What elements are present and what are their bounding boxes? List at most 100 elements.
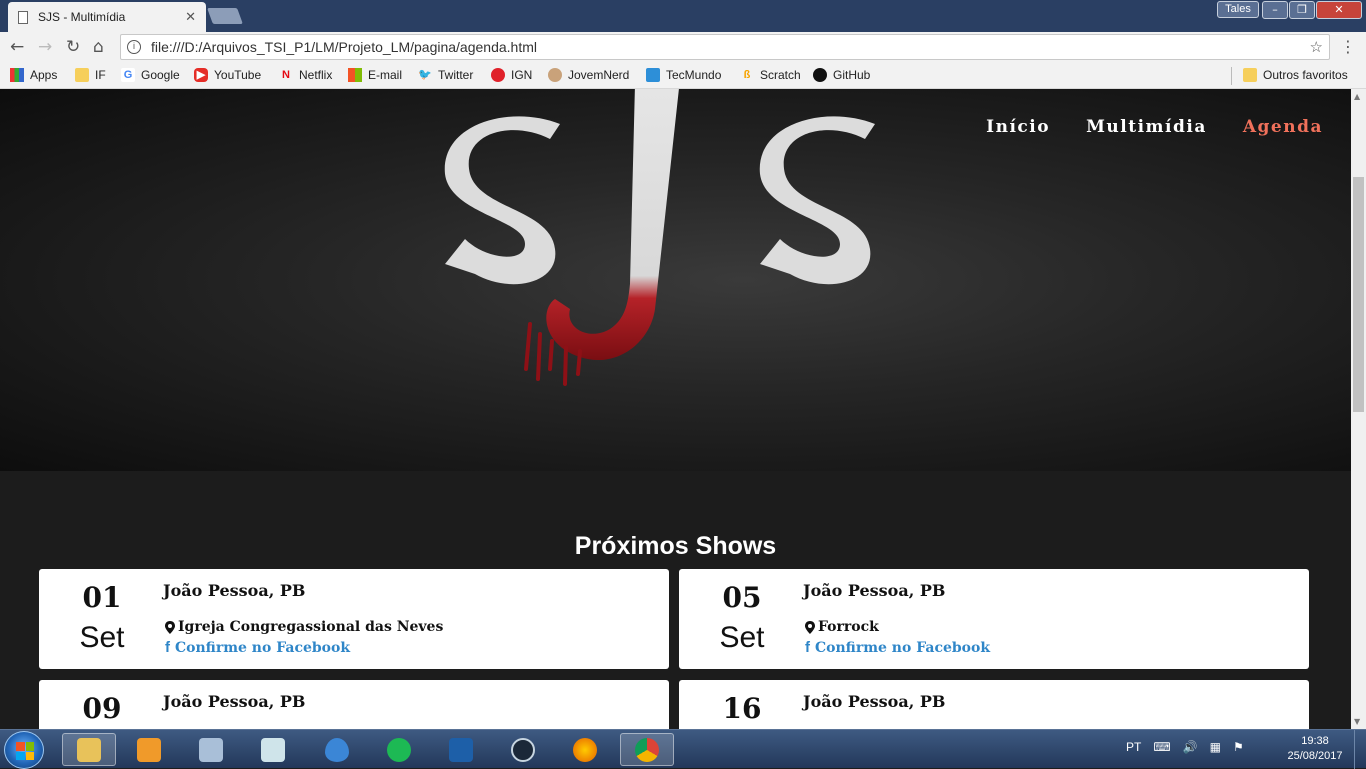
show-day: 16 xyxy=(722,692,762,725)
nav-multimidia[interactable]: Multimídia xyxy=(1086,117,1207,137)
folder-icon xyxy=(1243,68,1257,82)
bookmark-star-icon[interactable]: ☆ xyxy=(1310,38,1323,56)
facebook-link-label: Confirme no Facebook xyxy=(815,639,991,656)
firefox-icon xyxy=(573,737,597,762)
new-tab-button[interactable] xyxy=(207,8,243,24)
netflix-icon: N xyxy=(282,69,290,81)
scroll-down-arrow-icon[interactable]: ▼ xyxy=(1354,717,1360,726)
action-center-icon[interactable]: ⚑ xyxy=(1233,740,1244,754)
bookmark-scratch[interactable]: ß Scratch xyxy=(740,68,801,82)
taskbar-droplet-app[interactable] xyxy=(310,733,364,766)
taskbar-chrome[interactable] xyxy=(620,733,674,766)
facebook-icon: f xyxy=(165,639,170,656)
notes-icon xyxy=(261,737,285,762)
taskbar-media-player[interactable] xyxy=(122,733,176,766)
facebook-link[interactable]: f Confirme no Facebook xyxy=(805,639,990,656)
bookmark-youtube[interactable]: ▶ YouTube xyxy=(194,68,261,82)
other-bookmarks[interactable]: Outros favoritos xyxy=(1243,68,1348,82)
facebook-icon: f xyxy=(805,639,810,656)
facebook-link-label: Confirme no Facebook xyxy=(175,639,351,656)
maximize-button[interactable]: ❐ xyxy=(1289,1,1315,19)
keyboard-icon[interactable]: ⌨ xyxy=(1153,740,1170,754)
profile-button[interactable]: Tales xyxy=(1217,1,1259,18)
page-scrollbar[interactable]: ▲ ▼ xyxy=(1351,89,1366,729)
close-window-button[interactable]: ✕ xyxy=(1316,1,1362,19)
show-city: João Pessoa, PB xyxy=(803,581,946,600)
media-player-icon xyxy=(137,737,161,762)
folder-icon xyxy=(75,68,89,82)
browser-tab[interactable]: SJS - Multimídia ✕ xyxy=(8,2,206,32)
show-card: 01 Set João Pessoa, PB Igreja Congregass… xyxy=(39,569,669,669)
chrome-icon xyxy=(635,737,659,762)
home-icon[interactable]: ⌂ xyxy=(93,37,104,57)
show-month: Set xyxy=(79,621,125,654)
show-venue: Igreja Congregassional das Neves xyxy=(165,619,443,635)
show-city: João Pessoa, PB xyxy=(163,692,306,711)
show-day: 05 xyxy=(722,581,762,614)
windows-icon xyxy=(348,68,362,82)
forward-arrow-icon[interactable]: → xyxy=(38,37,52,57)
back-arrow-icon[interactable]: ← xyxy=(10,37,24,57)
volume-icon[interactable]: 🔊 xyxy=(1183,740,1198,754)
google-icon: G xyxy=(121,68,135,82)
github-icon xyxy=(813,68,827,82)
bookmark-label: Twitter xyxy=(438,68,474,82)
show-day: 09 xyxy=(82,692,122,725)
bookmark-label: JovemNerd xyxy=(568,68,630,82)
browser-menu-icon[interactable]: ⋮ xyxy=(1340,37,1356,56)
windows-logo-icon xyxy=(16,742,34,760)
taskbar-notes[interactable] xyxy=(246,733,300,766)
nav-agenda[interactable]: Agenda xyxy=(1243,117,1323,137)
network-icon[interactable]: ▦ xyxy=(1210,740,1221,754)
language-indicator[interactable]: PT xyxy=(1126,740,1141,754)
tab-close-icon[interactable]: ✕ xyxy=(185,9,196,25)
bookmark-jovemnerd[interactable]: JovemNerd xyxy=(548,68,629,82)
taskbar-firefox[interactable] xyxy=(558,733,612,766)
windows-taskbar: PT ⌨ 🔊 ▦ ⚑ 19:38 25/08/2017 xyxy=(0,729,1366,769)
address-bar[interactable]: i file:///D:/Arquivos_TSI_P1/LM/Projeto_… xyxy=(120,34,1330,60)
bookmark-ign[interactable]: IGN xyxy=(491,68,532,82)
bookmark-label: GitHub xyxy=(833,68,871,82)
browser-toolbar: ← → ↻ ⌂ i file:///D:/Arquivos_TSI_P1/LM/… xyxy=(0,32,1366,62)
show-card: 16 João Pessoa, PB xyxy=(679,680,1309,729)
minimize-button[interactable]: – xyxy=(1262,1,1288,19)
scrollbar-thumb[interactable] xyxy=(1353,177,1364,412)
bookmark-tecmundo[interactable]: TecMundo xyxy=(646,68,721,82)
taskbar-calculator[interactable] xyxy=(184,733,238,766)
taskbar-blizzard[interactable] xyxy=(434,733,488,766)
bookmark-label: Scratch xyxy=(760,68,801,82)
page-icon xyxy=(18,10,28,24)
facebook-link[interactable]: f Confirme no Facebook xyxy=(165,639,350,656)
droplet-icon xyxy=(325,737,349,762)
system-clock[interactable]: 19:38 25/08/2017 xyxy=(1282,734,1348,764)
nav-inicio[interactable]: Início xyxy=(986,117,1050,137)
clock-date: 25/08/2017 xyxy=(1287,750,1343,762)
bookmark-apps[interactable]: Apps xyxy=(10,68,57,82)
taskbar-steam[interactable] xyxy=(496,733,550,766)
hero-banner: Início Multimídia Agenda xyxy=(0,89,1351,471)
reload-icon[interactable]: ↻ xyxy=(66,37,80,57)
bookmark-google[interactable]: G Google xyxy=(121,68,180,82)
section-title: Próximos Shows xyxy=(574,532,777,560)
info-icon[interactable]: i xyxy=(127,40,141,54)
steam-icon xyxy=(511,737,535,762)
url-text[interactable]: file:///D:/Arquivos_TSI_P1/LM/Projeto_LM… xyxy=(151,39,1310,55)
start-button[interactable] xyxy=(4,731,44,769)
system-tray: PT ⌨ 🔊 ▦ ⚑ xyxy=(1126,740,1244,754)
bookmark-netflix[interactable]: N Netflix xyxy=(279,68,332,82)
bookmark-if[interactable]: IF xyxy=(75,68,106,82)
bookmark-twitter[interactable]: 🐦 Twitter xyxy=(418,68,473,82)
show-city: João Pessoa, PB xyxy=(803,692,946,711)
spotify-icon xyxy=(387,737,411,762)
bookmarks-bar: Apps IF G Google ▶ YouTube N Netflix E-m… xyxy=(0,62,1366,89)
taskbar-spotify[interactable] xyxy=(372,733,426,766)
show-card: 05 Set João Pessoa, PB Forrock f Confirm… xyxy=(679,569,1309,669)
scroll-up-arrow-icon[interactable]: ▲ xyxy=(1354,92,1360,101)
show-desktop-button[interactable] xyxy=(1354,730,1366,769)
bookmark-email[interactable]: E-mail xyxy=(348,68,402,82)
bookmark-github[interactable]: GitHub xyxy=(813,68,870,82)
bookmark-label: IGN xyxy=(511,68,533,82)
map-pin-icon xyxy=(805,620,815,634)
taskbar-explorer[interactable] xyxy=(62,733,116,766)
bookmark-label: Google xyxy=(141,68,180,82)
